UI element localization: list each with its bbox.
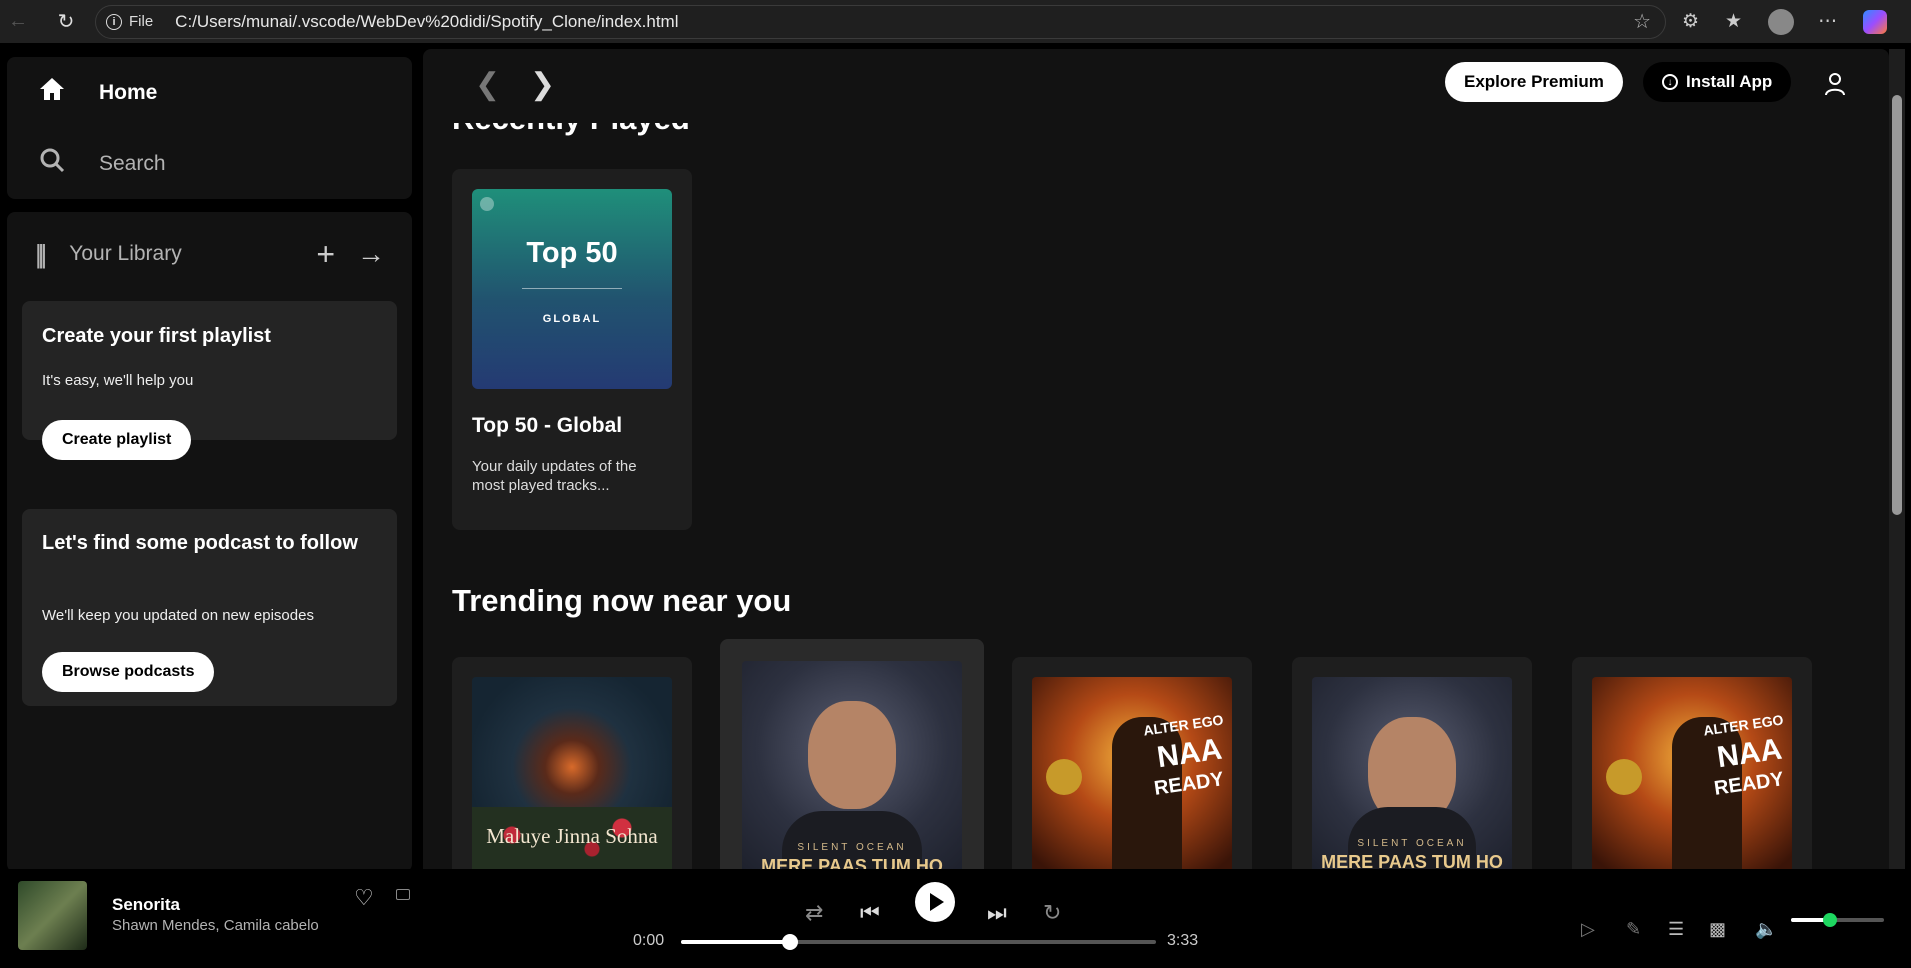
browse-podcasts-button[interactable]: Browse podcasts [42, 652, 215, 692]
progress-handle[interactable] [782, 934, 799, 950]
card-description: Your daily updates of the most played tr… [472, 458, 637, 494]
leo-badge [1606, 759, 1642, 795]
podcast-subtitle: We'll keep you updated on new episodes [42, 607, 314, 624]
create-playlist-subtitle: It's easy, we'll help you [42, 372, 194, 389]
repeat-icon[interactable]: ↻ [1043, 900, 1061, 926]
cover-subtitle: SILENT OCEAN [797, 842, 907, 853]
trending-card[interactable]: ALTER EGO NAA READY [1572, 657, 1812, 869]
playlist-card[interactable]: Top 50 GLOBAL Top 50 - Global Your daily… [452, 169, 692, 530]
cover-subtitle: SILENT OCEAN [1357, 838, 1467, 849]
now-playing-view-icon[interactable]: ▷ [1581, 919, 1595, 940]
podcast-title: Let's find some podcast to follow [42, 532, 358, 554]
address-bar[interactable]: i File C:/Users/munai/.vscode/WebDev%20d… [95, 4, 1666, 39]
home-label: Home [99, 80, 158, 104]
total-time: 3:33 [1167, 932, 1199, 949]
copilot-icon[interactable] [1863, 9, 1888, 34]
player-bar: Senorita Shawn Mendes, Camila cabelo ♡ ⇄… [0, 869, 1911, 968]
library-label[interactable]: Your Library [69, 242, 181, 266]
album-cover: SILENT OCEAN MERE PAAS TUM HO [742, 661, 962, 869]
trending-card[interactable]: SILENT OCEAN MERE PAAS TUM HO [720, 639, 984, 869]
favorite-star-icon[interactable]: ☆ [1633, 9, 1651, 34]
previous-icon[interactable]: ⏮ [860, 900, 880, 926]
current-time: 0:00 [633, 932, 665, 949]
library-icon[interactable]: ||| [35, 239, 47, 270]
sidebar-item-search[interactable]: Search [37, 147, 166, 180]
cover-text: MERE PAAS TUM HO [1321, 852, 1503, 869]
card-title: Top 50 - Global [472, 414, 623, 437]
play-button[interactable] [915, 882, 955, 922]
add-icon[interactable]: + [316, 238, 335, 270]
next-icon[interactable]: ⏭ [987, 900, 1007, 926]
extensions-icon[interactable]: ⚙ [1682, 10, 1699, 33]
volume-icon[interactable]: 🔈 [1755, 919, 1777, 940]
cover-title: Top 50 [526, 237, 618, 269]
profile-avatar[interactable] [1768, 8, 1795, 35]
browser-toolbar: ← ↻ i File C:/Users/munai/.vscode/WebDev… [0, 0, 1911, 43]
url-scheme: File [129, 13, 154, 30]
back-arrow-icon[interactable]: ❮ [475, 67, 500, 102]
trending-title: Trending now near you [452, 583, 792, 618]
spotify-logo-icon [480, 197, 494, 211]
album-cover: Maluye Jinna Sohna [472, 677, 672, 869]
podcast-box: Let's find some podcast to follow We'll … [22, 509, 397, 706]
library-panel: ||| Your Library + → Create your first p… [7, 212, 412, 872]
cover-text: MERE PAAS TUM HO [761, 856, 943, 869]
browser-back-icon[interactable]: ← [3, 7, 33, 37]
cover-text: Maluye Jinna Sohna [486, 824, 658, 848]
search-label: Search [99, 151, 166, 175]
scrollbar-thumb[interactable] [1892, 95, 1902, 515]
lyrics-icon[interactable]: ✎ [1626, 919, 1641, 940]
volume-slider[interactable] [1791, 913, 1884, 927]
cover-divider [522, 288, 622, 289]
install-app-button[interactable]: ↓ Install App [1643, 62, 1792, 102]
sidebar-item-home[interactable]: Home [37, 77, 157, 108]
page-scrollbar[interactable] [1889, 49, 1905, 869]
explore-premium-button[interactable]: Explore Premium [1445, 62, 1623, 102]
site-info-icon[interactable]: i [106, 13, 122, 30]
album-cover: ALTER EGO NAA READY [1592, 677, 1792, 869]
progress-fill [681, 940, 791, 944]
more-menu-icon[interactable]: ⋯ [1818, 10, 1837, 33]
download-icon: ↓ [1662, 74, 1678, 90]
album-cover: SILENT OCEAN MERE PAAS TUM HO [1312, 677, 1512, 869]
portrait-face [808, 701, 896, 809]
shuffle-icon[interactable]: ⇄ [805, 900, 823, 926]
trending-card[interactable]: Maluye Jinna Sohna [452, 657, 692, 869]
create-playlist-title: Create your first playlist [42, 325, 271, 347]
queue-icon[interactable]: ☰ [1668, 919, 1684, 940]
home-icon [37, 77, 67, 108]
song-title[interactable]: Senorita [112, 895, 180, 915]
mini-player-icon[interactable] [396, 889, 410, 900]
install-app-label: Install App [1686, 72, 1773, 91]
trending-card[interactable]: SILENT OCEAN MERE PAAS TUM HO [1292, 657, 1532, 869]
main-content: ❮ ❯ Explore Premium ↓ Install App Recent… [423, 49, 1889, 869]
song-artist[interactable]: Shawn Mendes, Camila cabelo [112, 917, 319, 934]
favorites-icon[interactable]: ★ [1725, 10, 1742, 33]
album-cover: ALTER EGO NAA READY [1032, 677, 1232, 869]
forward-arrow-icon[interactable]: ❯ [530, 67, 555, 102]
trending-card[interactable]: ALTER EGO NAA READY [1012, 657, 1252, 869]
create-playlist-button[interactable]: Create playlist [42, 420, 192, 460]
recently-played-title: Recently Played [452, 101, 690, 136]
now-playing-cover[interactable] [18, 881, 87, 950]
playlist-cover: Top 50 GLOBAL [472, 189, 672, 389]
sidebar-nav: Home Search [7, 57, 412, 199]
progress-bar[interactable] [681, 934, 1156, 950]
heart-icon[interactable]: ♡ [354, 885, 374, 911]
expand-arrow-icon[interactable]: → [357, 240, 385, 268]
leo-badge [1046, 759, 1082, 795]
volume-handle[interactable] [1823, 913, 1838, 927]
search-icon [37, 147, 67, 180]
cover-subtitle: GLOBAL [542, 313, 602, 325]
user-icon[interactable] [1824, 71, 1846, 97]
url-text[interactable]: C:/Users/munai/.vscode/WebDev%20didi/Spo… [175, 12, 678, 32]
connect-device-icon[interactable]: ▩ [1709, 919, 1726, 940]
browser-reload-icon[interactable]: ↻ [51, 7, 81, 37]
create-playlist-box: Create your first playlist It's easy, we… [22, 301, 397, 460]
